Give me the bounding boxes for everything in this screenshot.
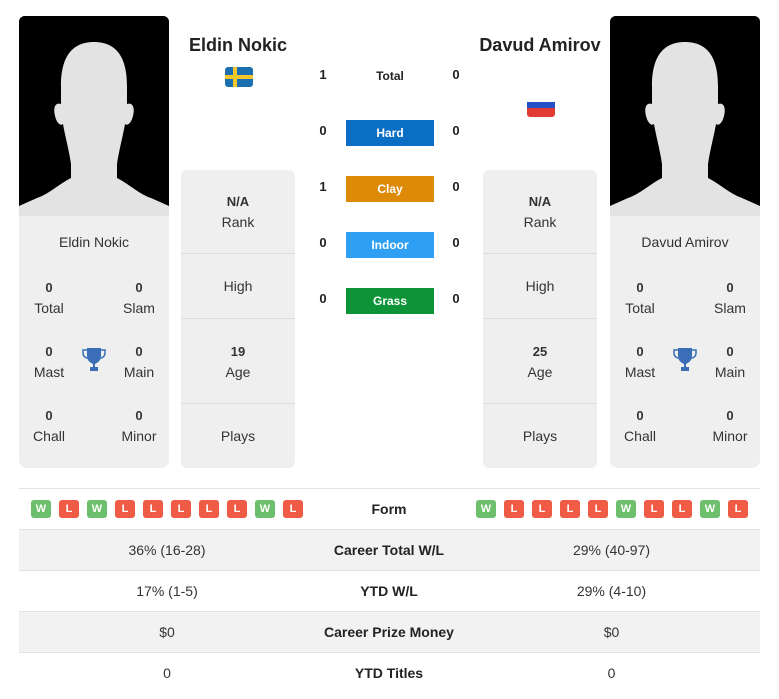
form-win-badge: W	[476, 500, 496, 518]
divider	[483, 403, 597, 404]
form-win-badge: W	[616, 500, 636, 518]
form-win-badge: W	[87, 500, 107, 518]
form-loss-badge: L	[588, 500, 608, 518]
player2-main-titles: 0 Main	[714, 344, 746, 380]
player1-slam-titles: 0 Slam	[123, 280, 155, 316]
trophy-icon	[82, 348, 106, 371]
player1-mast-titles: 0 Mast	[33, 344, 65, 380]
h2h-grass-p1: 0	[319, 291, 327, 306]
h2h-grass-p2: 0	[452, 291, 460, 306]
divider	[181, 318, 295, 319]
form-loss-badge: L	[728, 500, 748, 518]
form-row: WLWLLLLLWL Form WLLLLWLLWL	[19, 488, 760, 529]
player2-photo	[610, 16, 760, 216]
player1-chall-titles: 0 Chall	[33, 408, 65, 444]
player2-value: 29% (4-10)	[576, 583, 647, 599]
player2-age: 25 Age	[527, 344, 553, 380]
player1-high: High	[223, 278, 253, 294]
player2-slam-titles: 0 Slam	[714, 280, 746, 316]
form-loss-badge: L	[227, 500, 247, 518]
divider	[483, 253, 597, 254]
player1-form: WLWLLLLLWL	[31, 500, 303, 518]
row-label: Career Total W/L	[333, 542, 445, 558]
player2-value: 29% (40-97)	[572, 542, 651, 558]
row-label: Career Prize Money	[324, 624, 454, 640]
player2-chall-titles: 0 Chall	[624, 408, 656, 444]
h2h-total-p2: 0	[452, 67, 460, 82]
form-loss-badge: L	[672, 500, 692, 518]
player1-age: 19 Age	[225, 344, 251, 380]
h2h-clay-p1: 1	[319, 179, 327, 194]
player2-mast-titles: 0 Mast	[624, 344, 656, 380]
table-row: $0 Career Prize Money $0	[19, 611, 760, 652]
player1-rank: N/A Rank	[221, 194, 255, 230]
h2h-total-label: Total	[376, 69, 404, 83]
form-loss-badge: L	[504, 500, 524, 518]
player1-plays: Plays	[220, 428, 256, 444]
surface-indoor-label: Indoor	[346, 232, 434, 258]
player2-rank: N/A Rank	[523, 194, 557, 230]
form-loss-badge: L	[171, 500, 191, 518]
form-loss-badge: L	[644, 500, 664, 518]
player-silhouette-icon	[19, 16, 169, 216]
player2-card-name: Davud Amirov	[641, 234, 729, 250]
form-loss-badge: L	[199, 500, 219, 518]
player1-info-card: N/A Rank High 19 Age Plays	[181, 170, 295, 468]
player1-main-titles: 0 Main	[123, 344, 155, 380]
form-loss-badge: L	[560, 500, 580, 518]
form-loss-badge: L	[143, 500, 163, 518]
player2-minor-titles: 0 Minor	[712, 408, 748, 444]
player1-photo	[19, 16, 169, 216]
player1-titles-card: Eldin Nokic 0 Total 0 Slam 0 Mast 0 Main…	[19, 216, 169, 468]
row-label: YTD Titles	[354, 665, 424, 681]
h2h-hard-p1: 0	[319, 123, 327, 138]
player2-info-card: N/A Rank High 25 Age Plays	[483, 170, 597, 468]
form-win-badge: W	[31, 500, 51, 518]
player1-name[interactable]: Eldin Nokic	[170, 33, 306, 58]
player2-titles-card: Davud Amirov 0 Total 0 Slam 0 Mast 0 Mai…	[610, 216, 760, 468]
divider	[181, 403, 295, 404]
trophy-icon	[673, 348, 697, 371]
surface-hard-label: Hard	[346, 120, 434, 146]
comparison-table: WLWLLLLLWL Form WLLLLWLLWL 36% (16-28) C…	[19, 488, 760, 693]
player2-total-titles: 0 Total	[625, 280, 655, 316]
h2h-total-p1: 1	[319, 67, 327, 82]
table-row: 36% (16-28) Career Total W/L 29% (40-97)	[19, 529, 760, 570]
player1-value: 0	[163, 665, 171, 681]
player1-value: 36% (16-28)	[128, 542, 206, 558]
player1-card-name: Eldin Nokic	[58, 234, 130, 250]
russia-flag-icon	[527, 97, 555, 117]
form-label: Form	[371, 501, 407, 517]
h2h-clay-p2: 0	[452, 179, 460, 194]
table-row: 0 YTD Titles 0	[19, 652, 760, 693]
divider	[181, 253, 295, 254]
h2h-indoor-p2: 0	[452, 235, 460, 250]
divider	[483, 318, 597, 319]
form-loss-badge: L	[115, 500, 135, 518]
surface-grass-label: Grass	[346, 288, 434, 314]
player1-total-titles: 0 Total	[34, 280, 64, 316]
player-silhouette-icon	[610, 16, 760, 216]
h2h-hard-p2: 0	[452, 123, 460, 138]
form-loss-badge: L	[532, 500, 552, 518]
surface-clay-label: Clay	[346, 176, 434, 202]
player2-value: 0	[607, 665, 616, 681]
player2-high: High	[525, 278, 555, 294]
h2h-indoor-p1: 0	[319, 235, 327, 250]
sweden-flag-icon	[225, 67, 253, 87]
table-row: 17% (1-5) YTD W/L 29% (4-10)	[19, 570, 760, 611]
form-loss-badge: L	[59, 500, 79, 518]
player2-plays: Plays	[522, 428, 558, 444]
form-win-badge: W	[700, 500, 720, 518]
player2-name[interactable]: Davud Amirov	[472, 33, 608, 58]
form-win-badge: W	[255, 500, 275, 518]
form-loss-badge: L	[283, 500, 303, 518]
player1-value: 17% (1-5)	[136, 583, 198, 599]
player1-value: $0	[159, 624, 175, 640]
player1-minor-titles: 0 Minor	[121, 408, 157, 444]
player2-form: WLLLLWLLWL	[476, 500, 748, 518]
row-label: YTD W/L	[360, 583, 418, 599]
player2-value: $0	[603, 624, 620, 640]
